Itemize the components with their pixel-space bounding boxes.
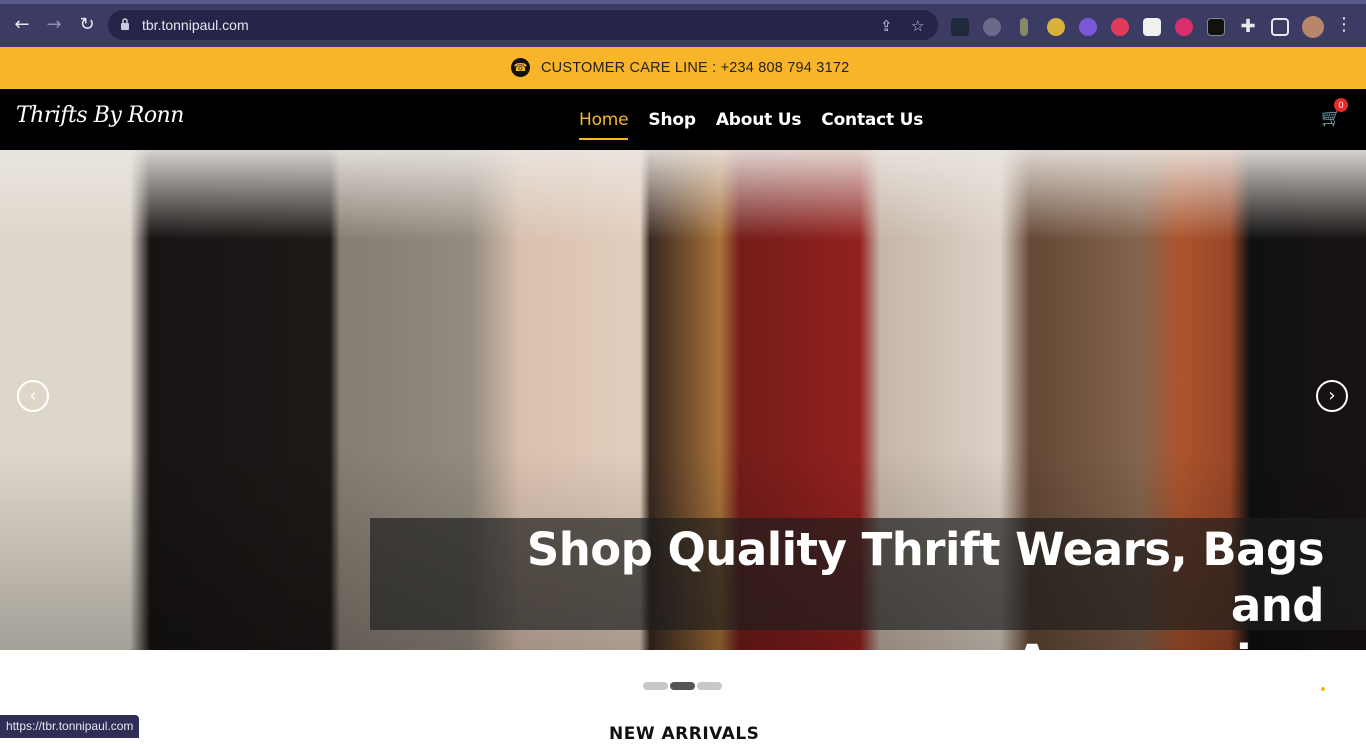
site-header: Thrifts By Ronn Home Shop About Us Conta… — [0, 89, 1366, 150]
slider-indicator-3[interactable] — [697, 682, 722, 690]
nav-about-us[interactable]: About Us — [716, 110, 802, 140]
extensions-puzzle-icon[interactable]: ✚ — [1236, 15, 1260, 39]
forward-icon[interactable]: → — [42, 13, 66, 37]
hero-caption-line2: Accessories. — [424, 634, 1325, 650]
main-nav: Home Shop About Us Contact Us — [579, 110, 923, 140]
hero-caption-box: Shop Quality Thrift Wears, Bags and Acce… — [370, 518, 1366, 650]
address-bar[interactable]: tbr.tonnipaul.com ⇪ ☆ — [108, 10, 938, 40]
customer-care-text: CUSTOMER CARE LINE : +234 808 794 3172 — [541, 59, 850, 76]
w-extension-icon[interactable] — [1079, 18, 1097, 36]
slider-indicator-2[interactable] — [670, 682, 695, 690]
status-bar-url: https://tbr.tonnipaul.com — [0, 715, 140, 738]
hero-image-hangers — [0, 150, 1366, 240]
hero-caption: Shop Quality Thrift Wears, Bags and Acce… — [424, 522, 1325, 650]
bookmark-star-icon[interactable]: ☆ — [911, 17, 924, 35]
lock-icon — [121, 18, 129, 30]
browser-toolbar: ← → ↻ tbr.tonnipaul.com ⇪ ☆ ✚ ⋮ — [0, 0, 1366, 47]
profile-avatar[interactable] — [1302, 16, 1324, 38]
decorative-dot — [1321, 687, 1325, 691]
site-logo[interactable]: Thrifts By Ronn — [16, 103, 184, 128]
react-extension-icon[interactable] — [951, 18, 969, 36]
hero-slider: ‹ › Shop Quality Thrift Wears, Bags and … — [0, 150, 1366, 650]
dark-extension-icon[interactable] — [1207, 18, 1225, 36]
phone-icon: ☎ — [511, 58, 530, 77]
red-extension-icon[interactable] — [1111, 18, 1129, 36]
side-panel-icon[interactable] — [1271, 18, 1289, 36]
slider-prev-icon[interactable]: ‹ — [17, 380, 49, 412]
cart-count-badge: 0 — [1334, 98, 1348, 112]
customer-care-bar: ☎ CUSTOMER CARE LINE : +234 808 794 3172 — [0, 47, 1366, 89]
nav-shop[interactable]: Shop — [648, 110, 696, 140]
m-extension-icon[interactable] — [1175, 18, 1193, 36]
dropper-extension-icon[interactable] — [1020, 18, 1028, 36]
slider-next-icon[interactable]: › — [1316, 380, 1348, 412]
slider-indicators — [643, 682, 722, 690]
back-icon[interactable]: ← — [10, 13, 34, 37]
hero-caption-line1: Shop Quality Thrift Wears, Bags and — [526, 523, 1325, 632]
reload-icon[interactable]: ↻ — [75, 13, 99, 37]
grammar-extension-icon[interactable] — [983, 18, 1001, 36]
color-extension-icon[interactable] — [1047, 18, 1065, 36]
nav-home[interactable]: Home — [579, 110, 629, 140]
menu-kebab-icon[interactable]: ⋮ — [1332, 13, 1356, 37]
share-icon[interactable]: ⇪ — [880, 17, 893, 35]
section-title: NEW ARRIVALS — [609, 724, 760, 744]
cart-icon[interactable]: 🛒 — [1321, 109, 1341, 127]
calendar-extension-icon[interactable] — [1143, 18, 1161, 36]
nav-contact-us[interactable]: Contact Us — [821, 110, 923, 140]
address-url: tbr.tonnipaul.com — [142, 17, 249, 33]
slider-indicator-1[interactable] — [643, 682, 668, 690]
